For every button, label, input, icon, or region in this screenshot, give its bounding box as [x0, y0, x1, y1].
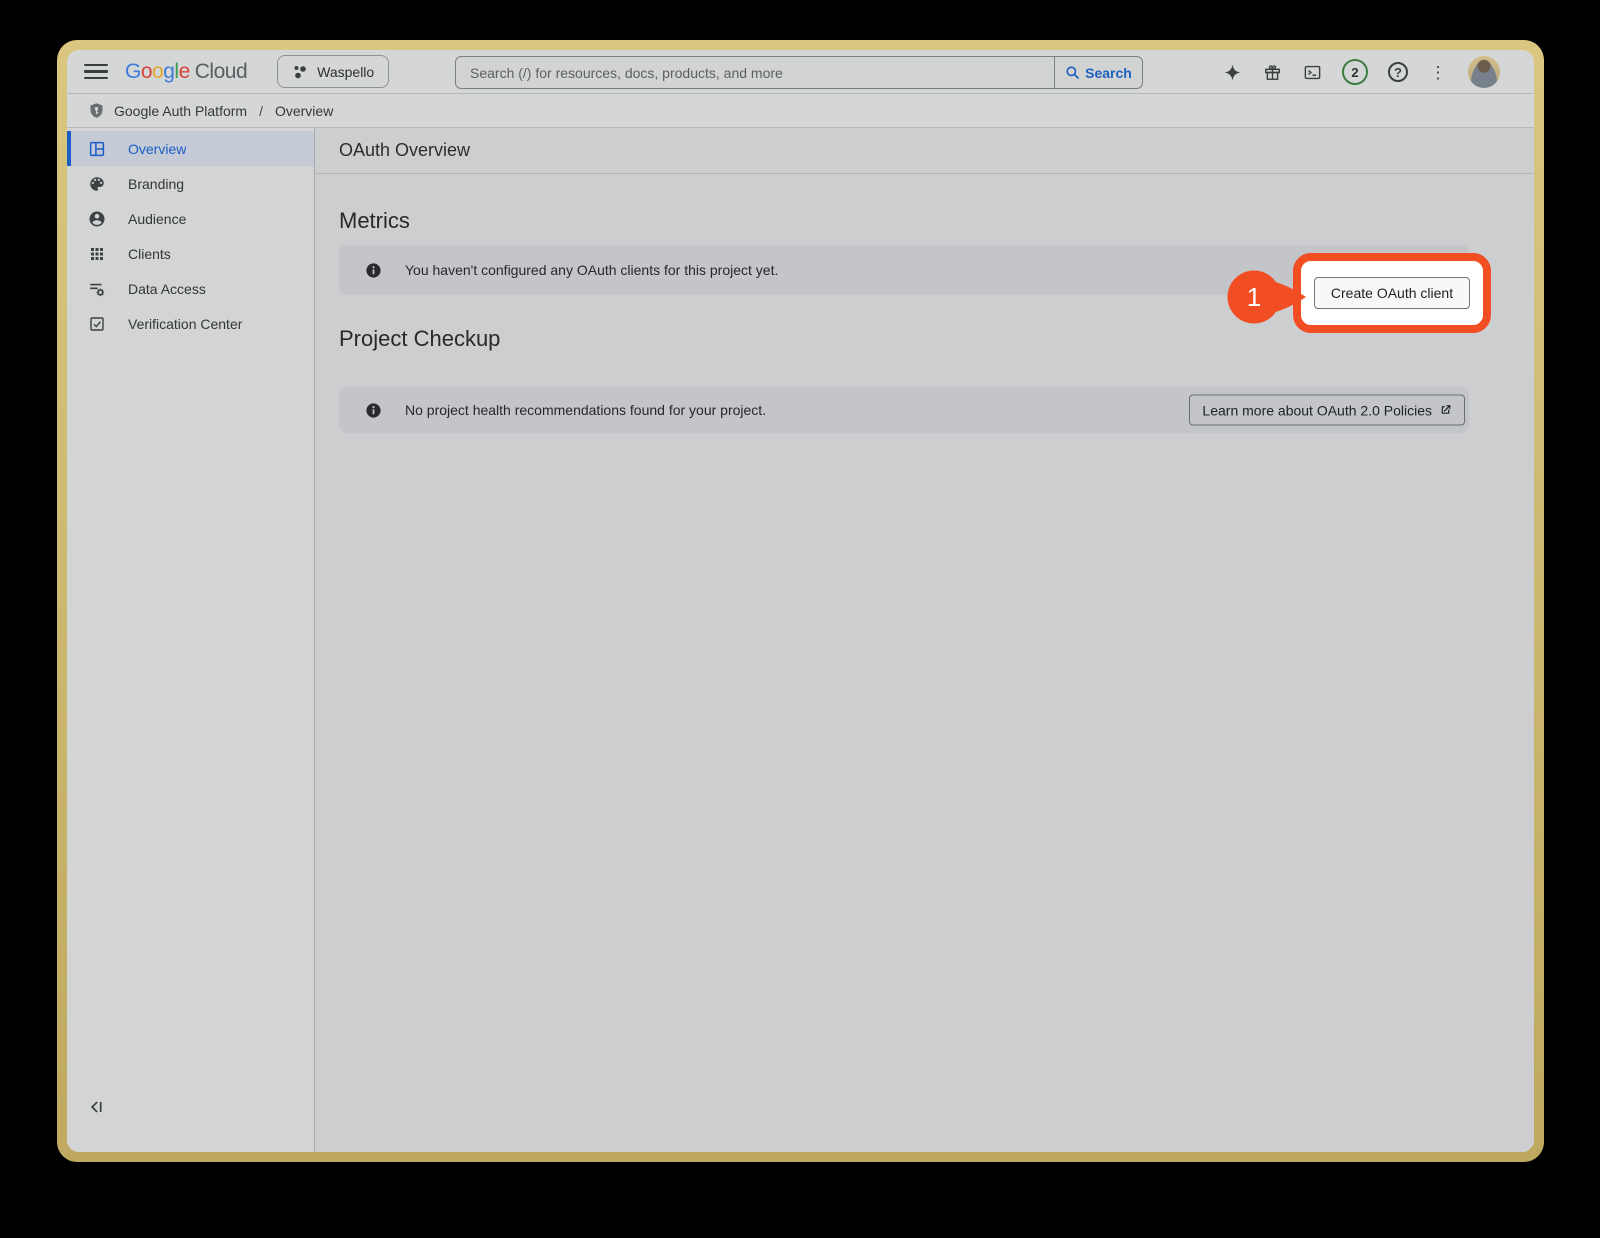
logo-letter: G [125, 59, 141, 83]
dashboard-icon [89, 141, 105, 156]
search-button[interactable]: Search [1054, 57, 1142, 88]
learn-more-button[interactable]: Learn more about OAuth 2.0 Policies [1189, 394, 1465, 426]
search-icon [1066, 66, 1080, 80]
breadcrumb-platform[interactable]: Google Auth Platform [114, 103, 247, 119]
page-title-row: OAuth Overview [315, 128, 1534, 174]
external-link-icon [1441, 405, 1451, 414]
more-glyph: ⋮ [1429, 62, 1447, 82]
breadcrumb-separator: / [259, 102, 263, 119]
annotation-step-number: 1 [1246, 281, 1262, 312]
search-bar: Search [455, 56, 1143, 89]
sidebar-item-branding[interactable]: Branding [67, 166, 314, 201]
topbar: Google Cloud Waspello Search (/) for res… [67, 50, 1534, 94]
sidebar-item-label: Clients [128, 245, 171, 262]
sidebar-item-label: Data Access [128, 280, 206, 297]
logo-letter: o [140, 59, 153, 83]
sidebar: Overview Branding Audience Clients Data … [67, 128, 315, 1152]
sidebar-item-overview[interactable]: Overview [67, 131, 314, 166]
sidebar-item-label: Audience [128, 210, 187, 227]
help-icon[interactable]: ? [1388, 62, 1408, 82]
create-oauth-client-button[interactable]: Create OAuth client [1313, 277, 1471, 309]
search-input[interactable] [456, 57, 1054, 88]
browser-viewport: Google Cloud Waspello Search (/) for res… [67, 50, 1534, 1152]
notification-count: 2 [1351, 64, 1359, 80]
page-title: OAuth Overview [339, 140, 471, 160]
checkup-info-banner: No project health recommendations found … [339, 387, 1469, 433]
breadcrumb: Google Auth Platform / Overview [67, 94, 1534, 128]
sidebar-item-data-access[interactable]: Data Access [67, 271, 314, 306]
sidebar-item-label: Verification Center [128, 315, 243, 332]
collapse-panel-icon[interactable] [89, 1098, 107, 1116]
sidebar-item-label: Overview [128, 140, 187, 157]
project-icon [294, 65, 306, 78]
breadcrumb-page[interactable]: Overview [275, 103, 333, 119]
topbar-icons: 2 ? ⋮ [1222, 50, 1500, 94]
project-selector-button[interactable]: Waspello [277, 55, 390, 88]
cloud-shell-icon[interactable] [1302, 62, 1322, 82]
checkup-info-text: No project health recommendations found … [405, 402, 767, 418]
logo-letter: o [152, 59, 164, 83]
auth-shield-icon [90, 103, 103, 118]
annotation-highlight-box: Create OAuth client [1293, 253, 1491, 333]
metrics-heading: Metrics [339, 208, 410, 233]
notification-count-badge[interactable]: 2 [1342, 59, 1368, 85]
window-frame: Google Cloud Waspello Search (/) for res… [57, 40, 1544, 1162]
gemini-sparkle-icon[interactable] [1222, 62, 1242, 82]
metrics-info-text: You haven't configured any OAuth clients… [405, 262, 779, 278]
sidebar-item-verification-center[interactable]: Verification Center [67, 306, 314, 341]
help-glyph: ? [1394, 64, 1402, 80]
sidebar-item-label: Branding [128, 175, 185, 192]
logo-letter: e [178, 59, 191, 83]
logo-letter: g [163, 59, 175, 83]
info-icon [366, 402, 381, 418]
logo-cloud-text: Cloud [194, 59, 248, 83]
gift-icon[interactable] [1262, 62, 1282, 82]
person-icon [89, 211, 105, 226]
palette-icon [90, 176, 104, 191]
sidebar-item-clients[interactable]: Clients [67, 236, 314, 271]
info-icon [366, 262, 381, 278]
more-vert-icon[interactable]: ⋮ [1428, 62, 1448, 82]
avatar[interactable] [1468, 56, 1500, 88]
hamburger-menu-icon[interactable] [84, 60, 108, 84]
search-button-label: Search [1085, 64, 1132, 81]
learn-more-label: Learn more about OAuth 2.0 Policies [1202, 402, 1432, 418]
project-name: Waspello [317, 63, 375, 80]
sidebar-item-audience[interactable]: Audience [67, 201, 314, 236]
annotation-step-balloon: 1 [1227, 270, 1307, 324]
checkbox-icon [90, 316, 104, 331]
page-body: Overview Branding Audience Clients Data … [67, 128, 1534, 1152]
apps-grid-icon [91, 247, 103, 260]
main-content: OAuth Overview Metrics You haven't confi… [315, 128, 1534, 1152]
google-cloud-logo[interactable]: Google Cloud [125, 59, 248, 84]
list-settings-icon [90, 283, 105, 296]
